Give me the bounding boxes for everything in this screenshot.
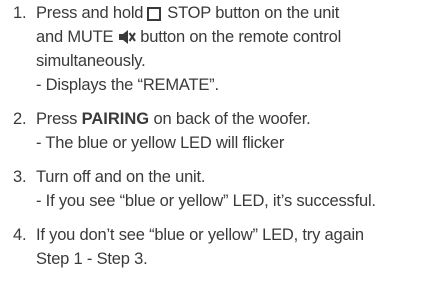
step-line: Press and hold STOP button on the unit [36,4,340,22]
step-text: If you don’t see “blue or yellow” LED, t… [36,223,433,271]
step-1: 1. Press and hold STOP button on the unit… [13,1,433,97]
step-line: Step 1 - Step 3. [36,250,148,268]
step-note: - The blue or yellow LED will flicker [36,134,285,152]
step-number: 1. [13,4,27,22]
step-2: 2. Press PAIRING on back of the woofer. … [13,107,433,155]
step-note: - Displays the “REMATE”. [36,76,219,94]
step-line: Turn off and on the unit. [36,168,206,186]
step-line: If you don’t see “blue or yellow” LED, t… [36,226,364,244]
step-line: and MUTE button on the remote control [36,28,342,46]
pairing-label: PAIRING [81,110,150,128]
stop-square-icon [147,7,162,21]
instruction-page: 1. Press and hold STOP button on the unit… [0,0,437,281]
step-text: Press and hold STOP button on the unit an… [36,1,433,97]
step-line: Press PAIRING on back of the woofer. [36,110,311,128]
step-number: 4. [13,226,27,244]
speaker-mute-icon [119,30,137,44]
step-3: 3. Turn off and on the unit. - If you se… [13,165,433,213]
step-text: Press PAIRING on back of the woofer. - T… [36,107,433,155]
step-line: simultaneously. [36,52,146,70]
step-text: Turn off and on the unit. - If you see “… [36,165,433,213]
step-number: 3. [13,168,27,186]
step-number: 2. [13,110,27,128]
step-note: - If you see “blue or yellow” LED, it’s … [36,192,376,210]
step-4: 4. If you don’t see “blue or yellow” LED… [13,223,433,271]
